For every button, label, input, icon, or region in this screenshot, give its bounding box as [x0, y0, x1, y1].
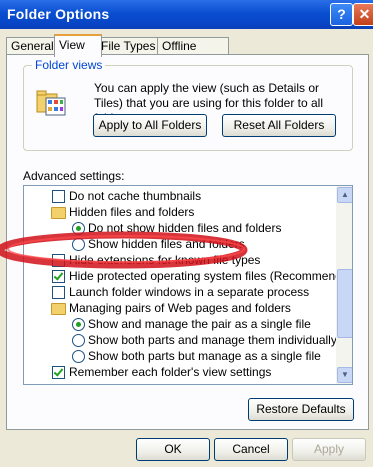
folder-views-icon — [36, 90, 66, 116]
folder-views-label: Folder views — [32, 58, 106, 72]
apply-button[interactable]: Apply — [292, 438, 366, 461]
cancel-button[interactable]: Cancel — [214, 438, 288, 461]
checkbox[interactable] — [52, 190, 65, 203]
scroll-thumb[interactable] — [337, 269, 352, 338]
checkbox[interactable] — [52, 286, 65, 299]
restore-defaults-button[interactable]: Restore Defaults — [248, 398, 354, 421]
help-button[interactable]: ? — [330, 3, 353, 26]
title-bar[interactable]: Folder Options ? ✕ — [0, 0, 373, 29]
tab-file-types[interactable]: File Types — [96, 37, 162, 55]
window-title: Folder Options — [7, 6, 110, 22]
folder-views-group: Folder views You can apply the view (suc… — [23, 58, 353, 151]
list-item-label: Show hidden files and folders — [88, 237, 245, 251]
apply-to-all-folders-button[interactable]: Apply to All Folders — [93, 114, 207, 137]
folder-icon — [51, 303, 66, 315]
view-tab-panel: Folder views You can apply the view (suc… — [6, 54, 369, 430]
list-item-label: Hide protected operating system files (R… — [69, 269, 353, 283]
list-item-label: Managing pairs of Web pages and folders — [69, 301, 291, 315]
list-item-label: Show both parts but manage as a single f… — [88, 349, 321, 363]
advanced-settings-label: Advanced settings: — [23, 169, 125, 183]
scroll-up-arrow-icon[interactable]: ▲ — [337, 187, 352, 203]
folder-icon — [51, 207, 66, 219]
list-item-label: Hidden files and folders — [69, 205, 195, 219]
list-item-label: Hide extensions for known file types — [69, 253, 261, 267]
checkbox[interactable] — [52, 254, 65, 267]
list-item-label: Show both parts and manage them individu… — [88, 333, 337, 347]
close-button[interactable]: ✕ — [353, 3, 373, 26]
list-item-label: Remember each folder's view settings — [69, 365, 272, 379]
tab-general[interactable]: General — [6, 37, 60, 55]
advanced-settings-list[interactable]: Do not cache thumbnails Hidden files and… — [23, 185, 353, 385]
list-item-label: Launch folder windows in a separate proc… — [69, 285, 310, 299]
radio-button[interactable] — [72, 350, 85, 363]
list-item-label: Show and manage the pair as a single fil… — [88, 317, 311, 331]
scroll-down-arrow-icon[interactable]: ▼ — [337, 367, 352, 383]
checkbox[interactable] — [52, 366, 65, 379]
vertical-scrollbar[interactable]: ▲ ▼ — [336, 186, 352, 384]
ok-button[interactable]: OK — [136, 438, 210, 461]
reset-all-folders-button[interactable]: Reset All Folders — [222, 114, 336, 137]
folder-options-dialog: Folder Options ? ✕ General View File Typ… — [0, 0, 373, 467]
checkbox[interactable] — [52, 270, 65, 283]
radio-button[interactable] — [72, 334, 85, 347]
radio-button[interactable] — [72, 222, 85, 235]
list-item-label: Do not cache thumbnails — [69, 189, 202, 203]
radio-button[interactable] — [72, 238, 85, 251]
radio-button[interactable] — [72, 318, 85, 331]
list-item-label: Do not show hidden files and folders — [88, 221, 282, 235]
tab-offline-files[interactable]: Offline Files — [157, 37, 229, 70]
tab-view[interactable]: View — [54, 34, 102, 57]
